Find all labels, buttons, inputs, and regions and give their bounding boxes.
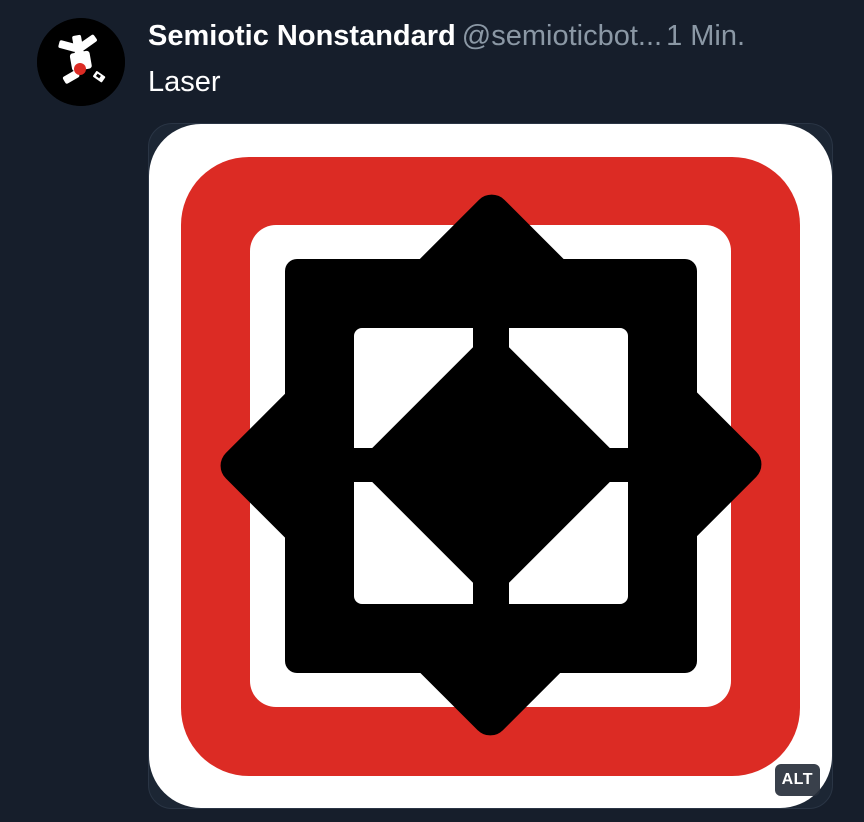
post-image[interactable]: ALT bbox=[148, 123, 833, 809]
alt-text-badge[interactable]: ALT bbox=[774, 764, 820, 796]
display-name[interactable]: Semiotic Nonstandard bbox=[148, 20, 456, 52]
post-header: Semiotic Nonstandard @semioticbot... 1 Min… bbox=[148, 14, 844, 58]
post-timestamp[interactable]: 1 Min. bbox=[666, 20, 745, 52]
laser-hazard-symbol-icon bbox=[149, 124, 832, 808]
user-handle[interactable]: @semioticbot... bbox=[462, 20, 662, 52]
semiotic-logo-icon bbox=[37, 18, 125, 106]
post-text: Laser bbox=[148, 66, 221, 98]
avatar[interactable] bbox=[37, 18, 125, 106]
